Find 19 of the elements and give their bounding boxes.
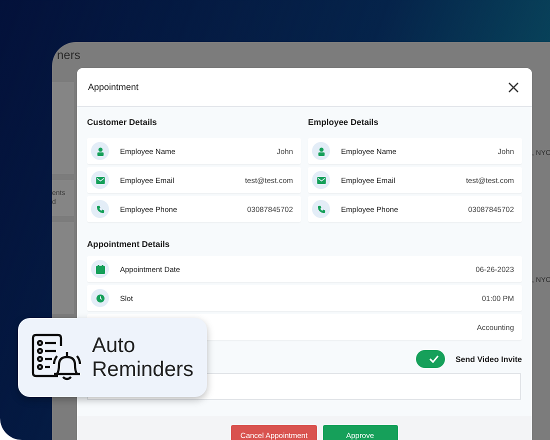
person-icon [312,142,330,160]
phone-icon [312,200,330,218]
section-title: Appointment Details [87,238,171,251]
close-button[interactable] [506,80,521,94]
toggle-switch[interactable] [416,350,446,368]
envelope-icon [91,171,109,189]
section-title: Customer Details [87,116,158,129]
toggle-label: Send Video Invite [455,354,522,364]
calendar-icon [91,260,109,278]
envelope-icon [312,171,330,189]
clock-icon [91,289,109,307]
badge-text: Reminders [92,358,194,382]
page-title: ners [56,47,82,62]
badge-text: Auto [92,334,136,358]
section-title: Employee Details [308,116,380,129]
phone-icon [91,200,109,218]
person-icon [91,142,109,160]
dialog-title: Appointment [88,82,139,92]
check-icon [429,355,440,363]
